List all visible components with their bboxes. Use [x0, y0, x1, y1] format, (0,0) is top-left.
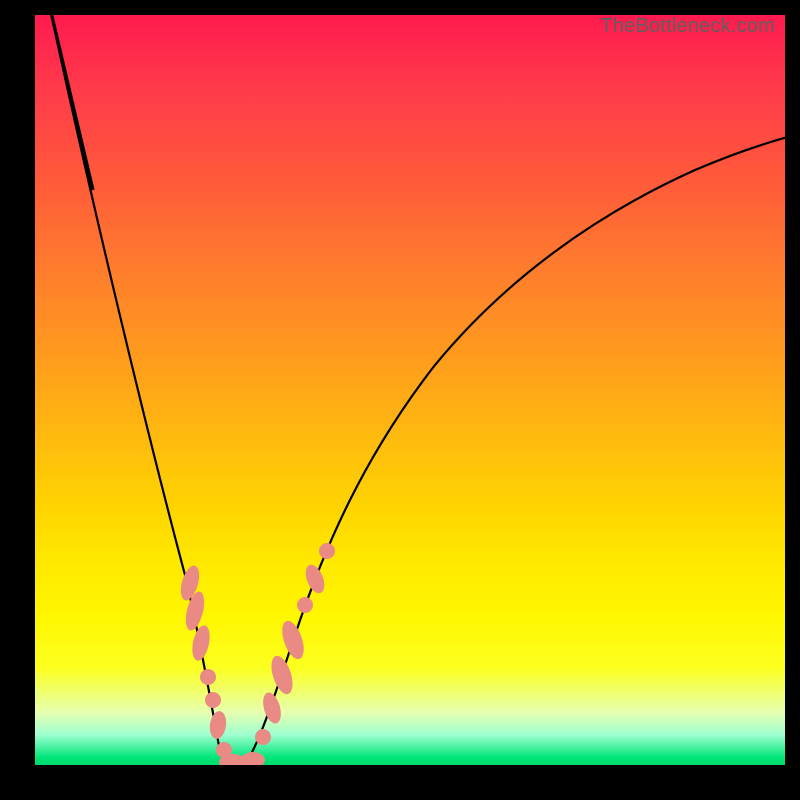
bead-cluster-left-upper: [177, 563, 212, 662]
bead-cluster-right-upper: [297, 543, 335, 613]
bottleneck-curve: [35, 15, 785, 765]
chart-frame: TheBottleneck.com: [35, 15, 785, 765]
curve-right-branch: [245, 135, 785, 763]
bead-cluster-left-lower: [200, 669, 232, 758]
